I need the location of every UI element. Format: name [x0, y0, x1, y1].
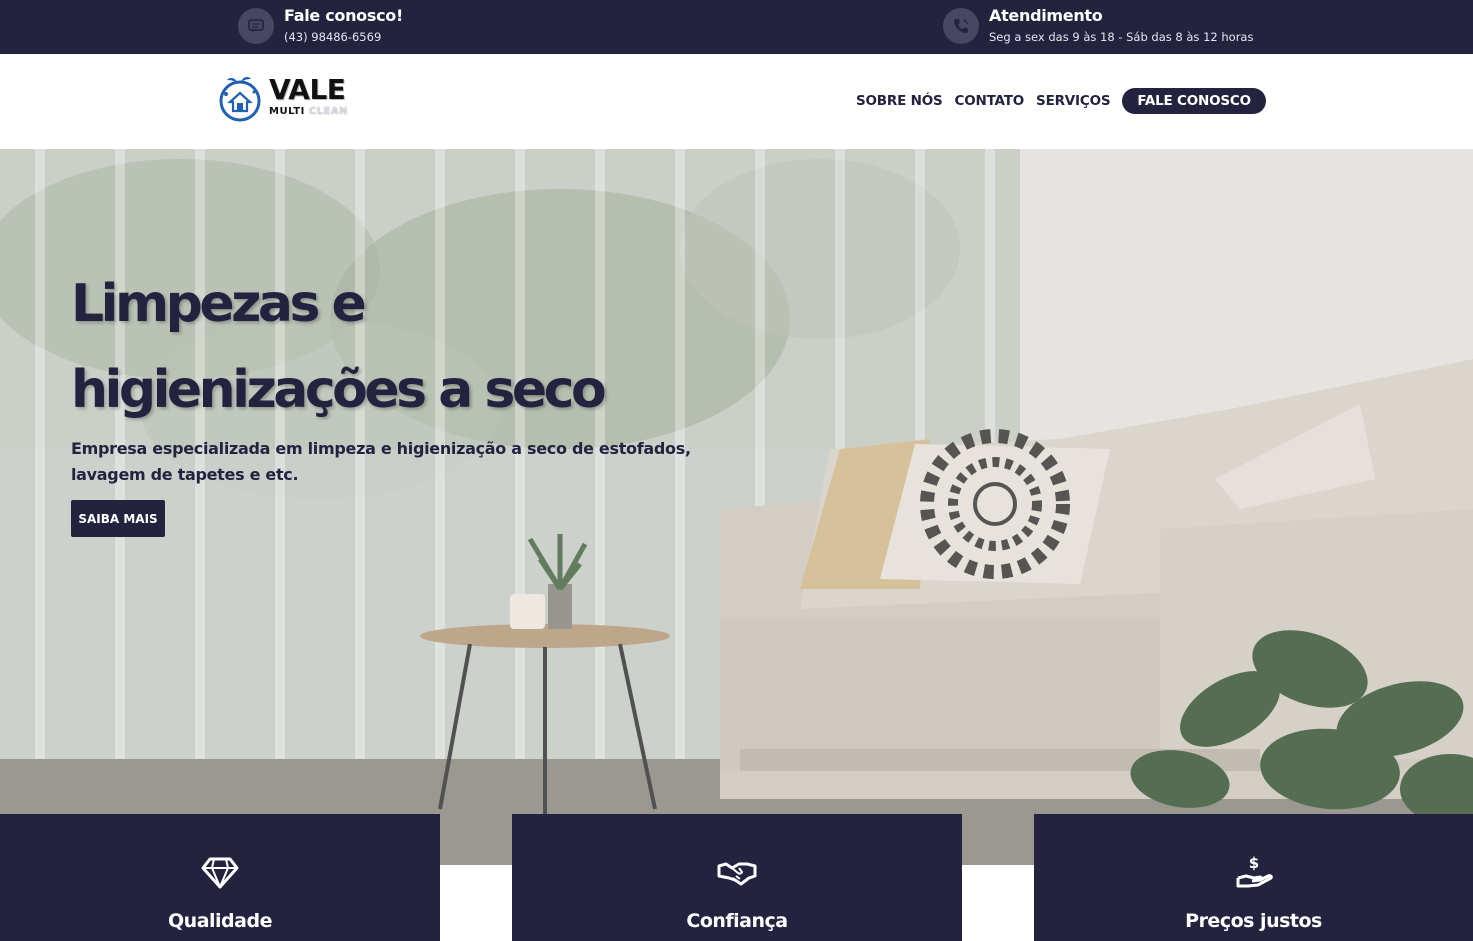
hours-info: Atendimento Seg a sex das 9 às 18 - Sáb …: [943, 6, 1253, 46]
feature-title: Qualidade: [168, 910, 272, 932]
feature-title: Confiança: [686, 910, 788, 932]
nav-sobre-nos[interactable]: SOBRE NÓS: [856, 93, 943, 109]
hero-title-line1: Limpezas e: [71, 274, 367, 334]
logo[interactable]: VALE MULTI CLEAN: [215, 74, 365, 124]
chat-icon: [238, 8, 274, 44]
hero-description-line2: lavagem de tapetes e etc.: [71, 465, 299, 484]
handshake-icon: [717, 862, 757, 886]
fale-conosco-button[interactable]: FALE CONOSCO: [1122, 88, 1266, 114]
hand-dollar-icon: $: [1236, 854, 1273, 888]
logo-multi: MULTI: [269, 106, 305, 117]
logo-subtitle: MULTI CLEAN: [269, 106, 348, 118]
logo-house-icon: [219, 77, 261, 122]
contact-phone[interactable]: (43) 98486-6569: [284, 28, 403, 46]
contact-title: Fale conosco!: [284, 6, 403, 25]
saiba-mais-button[interactable]: SAIBA MAIS: [71, 500, 165, 537]
feature-card-qualidade: Qualidade: [0, 814, 440, 941]
main-nav: SOBRE NÓS CONTATO SERVIÇOS FALE CONOSCO: [856, 88, 1266, 114]
hours-text: Seg a sex das 9 às 18 - Sáb das 8 às 12 …: [989, 30, 1254, 44]
nav-contato[interactable]: CONTATO: [955, 93, 1025, 109]
hero-overlay: [0, 149, 1473, 865]
hours-title: Atendimento: [989, 6, 1103, 25]
logo-clean: CLEAN: [308, 106, 348, 117]
nav-servicos[interactable]: SERVIÇOS: [1036, 93, 1111, 109]
feature-card-precos: $ Preços justos: [1034, 814, 1473, 941]
top-bar: Fale conosco! (43) 98486-6569 Atendiment…: [0, 0, 1473, 54]
diamond-icon: [201, 857, 239, 889]
hero-title-line2: higienizações a seco: [71, 360, 607, 420]
feature-card-confianca: Confiança: [512, 814, 962, 941]
contact-info[interactable]: Fale conosco! (43) 98486-6569: [238, 6, 403, 46]
phone-icon: [943, 8, 979, 44]
hero-title: Limpezas e higienizações a seco: [71, 261, 771, 433]
feature-title: Preços justos: [1185, 910, 1322, 932]
svg-text:$: $: [1248, 854, 1258, 872]
hero-description-line1: Empresa especializada em limpeza e higie…: [71, 439, 691, 458]
logo-wordmark: VALE: [269, 73, 346, 106]
hero-section: Limpezas e higienizações a seco Empresa …: [0, 149, 1473, 865]
site-header: VALE MULTI CLEAN SOBRE NÓS CONTATO SERVI…: [0, 54, 1473, 149]
hero-description: Empresa especializada em limpeza e higie…: [71, 436, 691, 488]
